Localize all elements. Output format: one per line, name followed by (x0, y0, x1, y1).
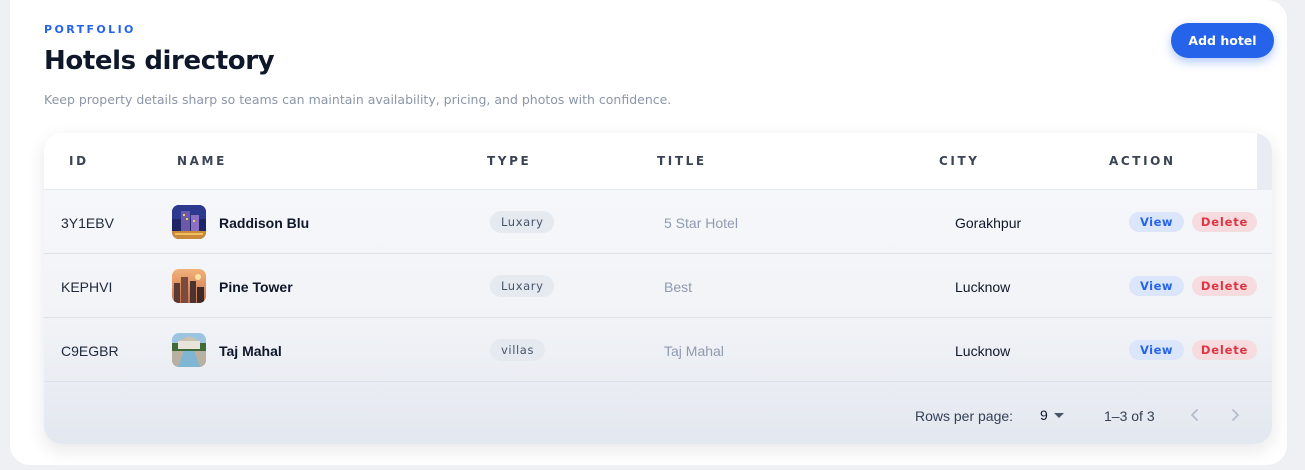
hotel-night-photo-icon (172, 205, 206, 239)
column-header-id[interactable]: ID (69, 154, 89, 168)
column-header-name[interactable]: NAME (177, 154, 227, 168)
hotel-name: Pine Tower (219, 279, 293, 295)
page-title: Hotels directory (44, 46, 275, 76)
chevron-right-icon (1232, 409, 1239, 421)
hotel-city: Lucknow (955, 279, 1011, 295)
view-button[interactable]: View (1129, 340, 1184, 360)
view-button[interactable]: View (1129, 212, 1184, 232)
rows-per-page-select[interactable]: 9 (1038, 404, 1066, 426)
hotel-city: Gorakhpur (955, 215, 1022, 231)
table-row[interactable]: C9EGBR Taj Mahal villas Taj Mahal Luckno… (44, 318, 1272, 382)
delete-button[interactable]: Delete (1192, 276, 1257, 296)
chevron-left-icon (1191, 409, 1198, 421)
previous-page-button[interactable] (1184, 404, 1206, 426)
next-page-button[interactable] (1224, 404, 1246, 426)
add-hotel-button[interactable]: Add hotel (1171, 23, 1274, 58)
table-header: ID NAME TYPE TITLE CITY ACTION (44, 133, 1257, 190)
hotel-title: 5 Star Hotel (664, 215, 738, 231)
view-button[interactable]: View (1129, 276, 1184, 296)
table-pagination: Rows per page: 9 1–3 of 3 (44, 384, 1272, 444)
hotels-directory-card: PORTFOLIO Hotels directory Keep property… (10, 0, 1287, 465)
tower-sunset-photo-icon (172, 269, 206, 303)
hotel-name: Raddison Blu (219, 215, 310, 231)
hotel-city: Lucknow (955, 343, 1011, 359)
hotels-table: ID NAME TYPE TITLE CITY ACTION 3Y1EBV Ra… (44, 133, 1272, 444)
column-header-type[interactable]: TYPE (487, 154, 531, 168)
delete-button[interactable]: Delete (1192, 212, 1257, 232)
hotel-id: 3Y1EBV (61, 215, 114, 231)
table-row[interactable]: KEPHVI Pine Tower Luxary Best Lucknow Vi… (44, 254, 1272, 318)
delete-button[interactable]: Delete (1192, 340, 1257, 360)
table-row[interactable]: 3Y1EBV Raddison Blu Luxary 5 Star Hotel … (44, 190, 1272, 254)
column-header-action: ACTION (1109, 154, 1176, 168)
hotel-title: Taj Mahal (664, 343, 724, 359)
type-badge: villas (490, 339, 546, 361)
pagination-range: 1–3 of 3 (1104, 408, 1155, 424)
caret-down-icon (1053, 413, 1064, 418)
page-subtitle: Keep property details sharp so teams can… (44, 92, 672, 107)
column-header-title[interactable]: TITLE (657, 154, 707, 168)
type-badge: Luxary (490, 211, 555, 233)
rows-per-page-value: 9 (1040, 407, 1048, 423)
vertical-scrollbar[interactable] (1257, 133, 1272, 190)
column-header-city[interactable]: CITY (939, 154, 980, 168)
hotel-title: Best (664, 279, 693, 295)
hotel-id: C9EGBR (61, 343, 119, 359)
rows-per-page-label: Rows per page: (915, 408, 1014, 424)
villa-pool-photo-icon (172, 333, 206, 367)
hotel-name: Taj Mahal (219, 343, 282, 359)
section-eyebrow: PORTFOLIO (44, 23, 136, 36)
type-badge: Luxary (490, 275, 555, 297)
hotel-id: KEPHVI (61, 279, 113, 295)
